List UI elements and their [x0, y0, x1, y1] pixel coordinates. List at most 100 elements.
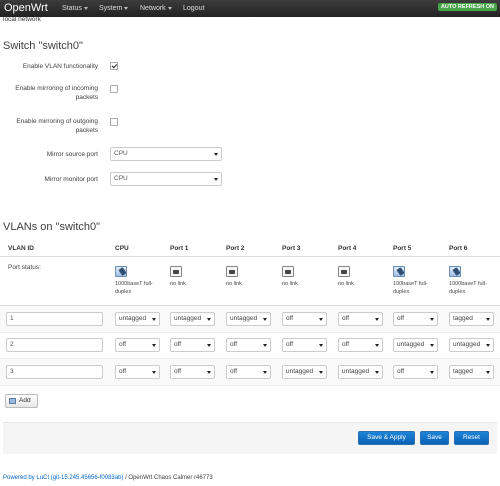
chevron-down-icon: [430, 371, 434, 374]
chevron-down-icon: [375, 318, 379, 321]
port-status-text: no link: [282, 281, 298, 287]
port-membership-select[interactable]: off: [338, 338, 383, 352]
reset-button[interactable]: Reset: [454, 431, 489, 445]
port-nolink-icon: [226, 266, 238, 277]
col-port-1: Port 1: [170, 245, 189, 252]
chevron-down-icon: [486, 318, 490, 321]
chevron-down-icon: [152, 371, 156, 374]
enable-vlan-label: Enable VLAN functionality: [22, 63, 98, 70]
port-nolink-icon: [338, 266, 350, 277]
mirror-outgoing-checkbox[interactable]: [110, 118, 118, 126]
port-linked-icon: [393, 266, 405, 277]
port-membership-select[interactable]: off: [282, 338, 327, 352]
vlans-section-title: VLANs on "switch0": [3, 221, 101, 233]
mirror-source-label: Mirror source port: [46, 151, 98, 158]
vlan-id-input[interactable]: 1: [6, 312, 103, 326]
port-membership-select[interactable]: off: [226, 338, 271, 352]
menu-system[interactable]: System: [99, 5, 129, 12]
port-membership-select[interactable]: untagged: [449, 338, 494, 352]
chevron-down-icon: [207, 318, 211, 321]
chevron-down-icon: [319, 371, 323, 374]
chevron-down-icon: [486, 344, 490, 347]
table-divider: [0, 256, 500, 257]
breadcrumb: local network: [3, 16, 41, 23]
port-membership-select[interactable]: untagged: [226, 312, 271, 326]
chevron-down-icon: [319, 318, 323, 321]
port-membership-select[interactable]: tagged: [449, 365, 494, 379]
col-cpu: CPU: [115, 245, 129, 252]
mirror-monitor-select[interactable]: CPU: [110, 172, 222, 186]
chevron-down-icon: [319, 344, 323, 347]
chevron-down-icon: [430, 318, 434, 321]
auto-refresh-badge[interactable]: AUTO REFRESH ON: [437, 3, 497, 11]
port-membership-select[interactable]: off: [170, 365, 215, 379]
top-navbar: OpenWrt Status System Network Logout AUT…: [0, 0, 500, 17]
port-status-text: 100baseT full-duplex: [393, 281, 428, 295]
chevron-down-icon: [207, 344, 211, 347]
vlan-id-input[interactable]: 3: [6, 365, 103, 379]
port-membership-select[interactable]: off: [393, 312, 438, 326]
port-membership-select[interactable]: off: [170, 338, 215, 352]
port-membership-select[interactable]: untagged: [282, 365, 327, 379]
footer: Powered by LuCI (git-15.245.45656-f0083a…: [3, 475, 213, 481]
chevron-down-icon: [214, 178, 218, 181]
chevron-down-icon: [375, 344, 379, 347]
mirror-outgoing-label: Enable mirroring of outgoing packets: [16, 118, 98, 134]
col-port-5: Port 5: [393, 245, 412, 252]
chevron-down-icon: [152, 344, 156, 347]
menu-logout[interactable]: Logout: [183, 5, 204, 12]
luci-link[interactable]: Powered by LuCI (git-15.245.45656-f0083a…: [3, 475, 123, 481]
port-membership-select[interactable]: off: [282, 312, 327, 326]
mirror-incoming-checkbox[interactable]: [110, 85, 118, 93]
chevron-down-icon: [263, 371, 267, 374]
add-vlan-button[interactable]: Add: [5, 394, 38, 408]
add-icon: [9, 398, 16, 404]
port-membership-select[interactable]: untagged: [170, 312, 215, 326]
chevron-down-icon: [152, 318, 156, 321]
chevron-down-icon: [83, 6, 88, 10]
chevron-down-icon: [167, 6, 172, 10]
mirror-monitor-label: Mirror monitor port: [44, 176, 98, 183]
port-nolink-icon: [170, 266, 182, 277]
port-membership-select[interactable]: untagged: [115, 312, 160, 326]
col-port-3: Port 3: [282, 245, 301, 252]
save-apply-button[interactable]: Save & Apply: [358, 431, 415, 445]
port-membership-select[interactable]: off: [226, 365, 271, 379]
vlan-id-input[interactable]: 2: [6, 338, 103, 352]
switch-section-title: Switch "switch0": [3, 40, 83, 52]
chevron-down-icon: [263, 344, 267, 347]
port-membership-select[interactable]: off: [393, 365, 438, 379]
port-status-label: Port status:: [8, 264, 41, 271]
chevron-down-icon: [263, 318, 267, 321]
port-membership-select[interactable]: off: [338, 312, 383, 326]
chevron-down-icon: [214, 153, 218, 156]
chevron-down-icon: [207, 371, 211, 374]
port-membership-select[interactable]: off: [115, 365, 160, 379]
port-status-text: no link: [170, 281, 186, 287]
row-divider: [0, 385, 500, 386]
port-membership-select[interactable]: off: [115, 338, 160, 352]
port-nolink-icon: [282, 266, 294, 277]
brand-logo[interactable]: OpenWrt: [4, 2, 48, 14]
chevron-down-icon: [124, 6, 129, 10]
port-status-text: no link: [226, 281, 242, 287]
enable-vlan-checkbox[interactable]: [110, 62, 118, 70]
port-membership-select[interactable]: untagged: [338, 365, 383, 379]
col-port-6: Port 6: [449, 245, 468, 252]
col-port-2: Port 2: [226, 245, 245, 252]
port-membership-select[interactable]: tagged: [449, 312, 494, 326]
chevron-down-icon: [375, 371, 379, 374]
port-membership-select[interactable]: untagged: [393, 338, 438, 352]
footer-version: / OpenWrt Chaos Calmer r46773: [123, 475, 213, 481]
menu-network[interactable]: Network: [140, 5, 172, 12]
menu-status[interactable]: Status: [62, 5, 88, 12]
mirror-source-select[interactable]: CPU: [110, 147, 222, 161]
port-status-text: 1000baseT full-duplex: [115, 281, 153, 295]
port-status-text: no link: [338, 281, 354, 287]
port-linked-icon: [115, 266, 127, 277]
port-status-text: 1000baseT full-duplex: [449, 281, 487, 295]
save-button[interactable]: Save: [420, 431, 449, 445]
chevron-down-icon: [486, 371, 490, 374]
mirror-incoming-label: Enable mirroring of incoming packets: [15, 85, 98, 101]
port-linked-icon: [449, 266, 461, 277]
